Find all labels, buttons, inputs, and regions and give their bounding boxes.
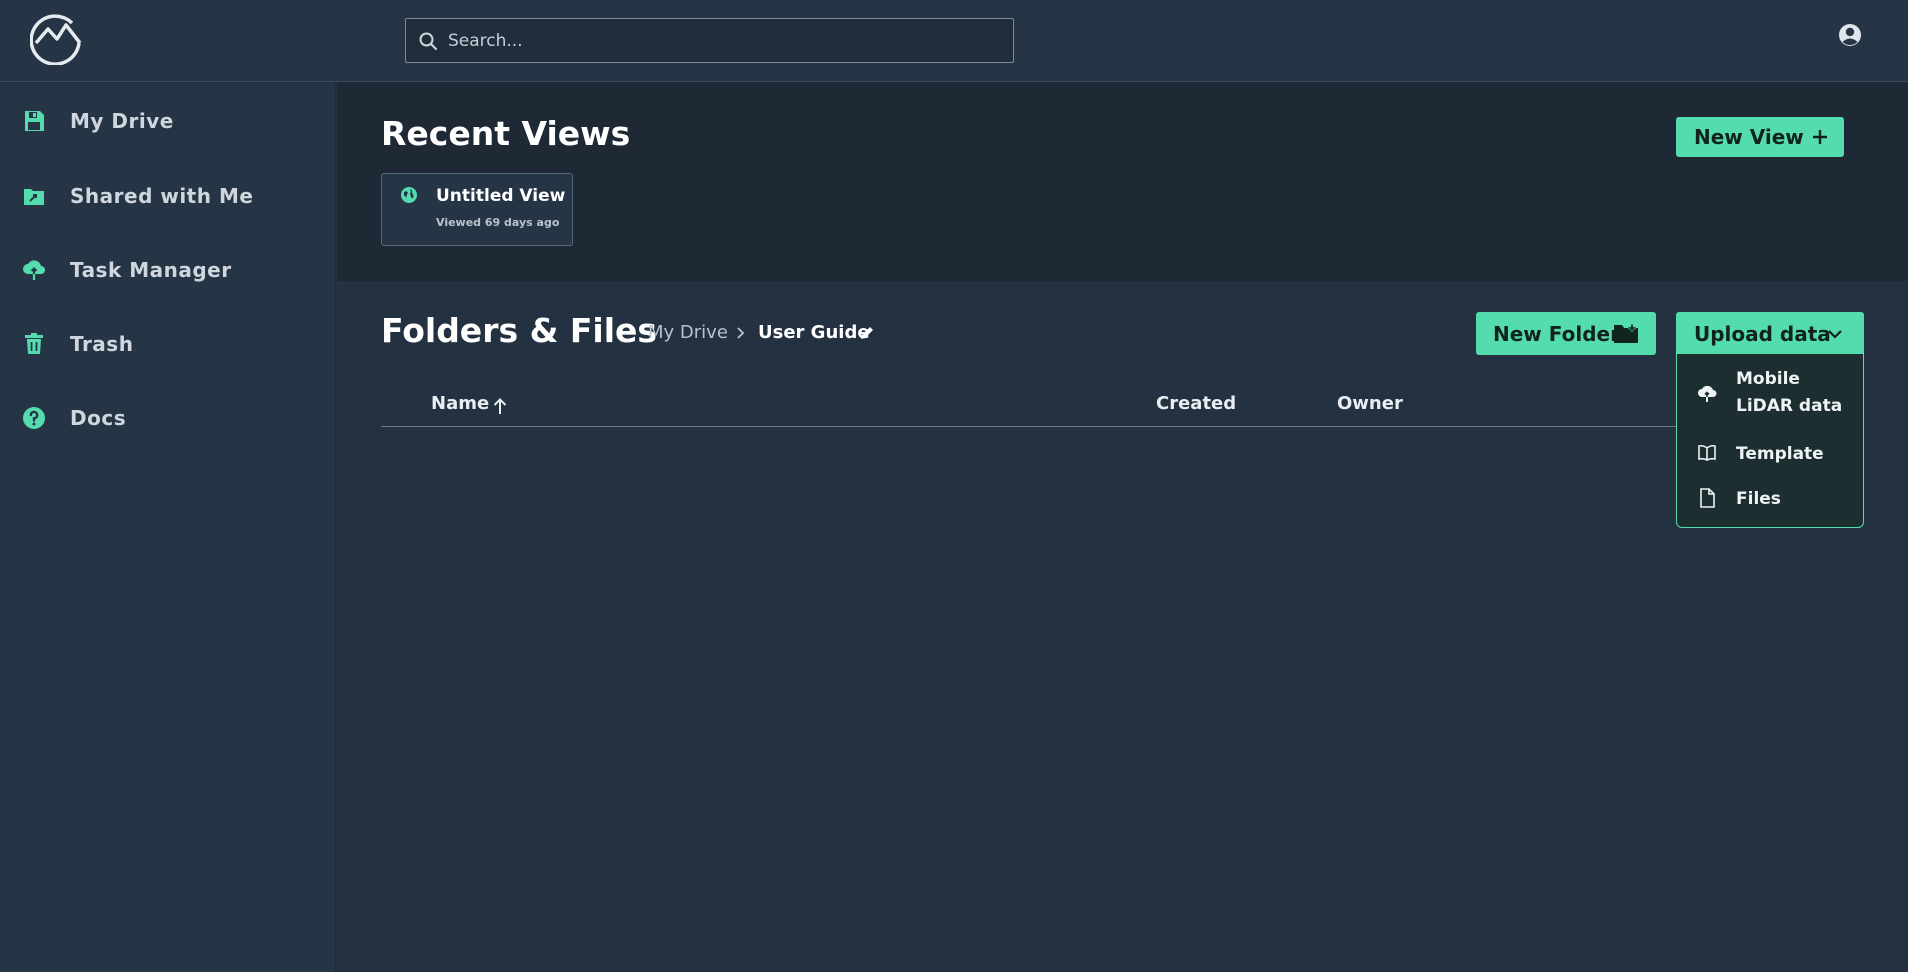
app-logo-icon[interactable] [30, 13, 84, 65]
menu-item-label-line2: LiDAR data [1736, 396, 1843, 416]
shared-folder-icon [24, 189, 44, 205]
sidebar-item-label: My Drive [70, 109, 174, 133]
new-folder-label: New Folder [1493, 321, 1620, 346]
recent-view-card[interactable]: Untitled View Viewed 69 days ago [381, 173, 573, 246]
files-table-header: Name Created Owner [381, 385, 1676, 427]
upload-data-button[interactable]: Upload data [1676, 312, 1864, 355]
user-account-icon[interactable] [1838, 23, 1862, 47]
sidebar-item-my-drive[interactable]: My Drive [0, 96, 336, 146]
top-bar [0, 0, 1908, 82]
globe-icon [401, 187, 417, 203]
new-folder-button[interactable]: New Folder [1476, 312, 1656, 355]
help-circle-icon [23, 407, 45, 429]
recent-views-title: Recent Views [381, 114, 631, 153]
new-view-label: New View [1694, 125, 1804, 149]
new-view-button[interactable]: New View [1676, 117, 1844, 157]
menu-item-mobile-lidar[interactable]: Mobile LiDAR data [1677, 366, 1863, 422]
menu-item-files[interactable]: Files [1677, 485, 1863, 515]
chevron-right-icon [737, 327, 745, 339]
recent-view-timestamp: Viewed 69 days ago [436, 216, 560, 229]
sidebar-item-docs[interactable]: Docs [0, 393, 336, 443]
sidebar-item-label: Task Manager [70, 258, 232, 282]
menu-item-label: Template [1736, 444, 1824, 464]
cloud-upload-icon [23, 260, 45, 280]
search-bar[interactable] [405, 18, 1014, 63]
sidebar-item-shared-with-me[interactable]: Shared with Me [0, 171, 336, 221]
sidebar-item-label: Shared with Me [70, 184, 254, 208]
cloud-upload-icon [1698, 385, 1717, 402]
chevron-down-icon [1828, 330, 1842, 339]
sidebar-item-label: Trash [70, 332, 134, 356]
sidebar: My Drive Shared with Me Task Manager Tra… [0, 82, 336, 972]
upload-data-label: Upload data [1694, 321, 1831, 346]
sidebar-item-task-manager[interactable]: Task Manager [0, 245, 336, 295]
search-icon [419, 32, 437, 50]
recent-view-title: Untitled View [436, 186, 566, 206]
file-icon [1700, 488, 1715, 508]
plus-icon [1813, 130, 1827, 144]
folder-plus-icon [1614, 324, 1638, 343]
breadcrumb-my-drive[interactable]: My Drive [648, 322, 728, 343]
pencil-icon[interactable] [859, 325, 875, 341]
floppy-disk-icon [25, 111, 44, 131]
menu-item-template[interactable]: Template [1677, 440, 1863, 470]
upload-dropdown-menu: Mobile LiDAR data Template Files [1676, 354, 1864, 528]
search-input[interactable] [448, 30, 1008, 51]
column-header-created[interactable]: Created [1156, 393, 1236, 414]
sidebar-item-trash[interactable]: Trash [0, 319, 336, 369]
book-icon [1698, 444, 1716, 461]
breadcrumb-user-guide: User Guide [758, 322, 870, 343]
folders-files-title: Folders & Files [381, 311, 658, 350]
sidebar-item-label: Docs [70, 406, 127, 430]
column-header-name[interactable]: Name [431, 393, 489, 414]
column-header-owner[interactable]: Owner [1337, 393, 1403, 414]
trash-icon [25, 333, 43, 354]
menu-item-label: Files [1736, 489, 1781, 509]
arrow-up-icon[interactable] [492, 397, 508, 415]
menu-item-label: Mobile [1736, 369, 1800, 389]
